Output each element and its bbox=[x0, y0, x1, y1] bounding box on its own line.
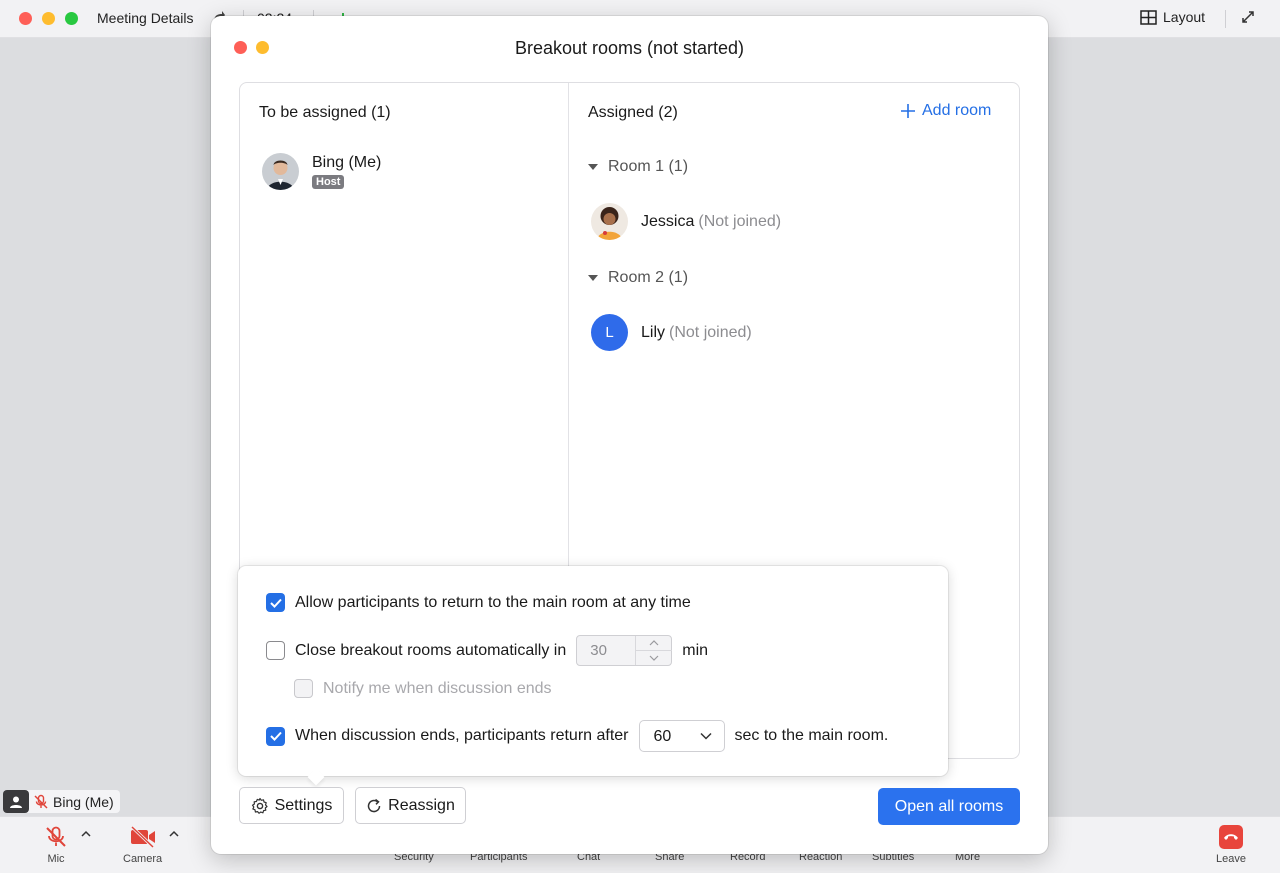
room-label: Room 1 (1) bbox=[608, 158, 689, 175]
popover-arrow bbox=[307, 768, 325, 786]
notify-option: Notify me when discussion ends bbox=[294, 679, 552, 698]
unassigned-header: To be assigned (1) bbox=[259, 104, 391, 121]
leave-label: Leave bbox=[1216, 853, 1246, 865]
mic-label: Mic bbox=[47, 853, 65, 865]
auto-close-checkbox[interactable] bbox=[266, 641, 285, 660]
return-after-option[interactable]: When discussion ends, participants retur… bbox=[266, 720, 888, 752]
camera-off-icon bbox=[130, 825, 155, 849]
chevron-down-icon bbox=[699, 732, 712, 740]
allow-return-option[interactable]: Allow participants to return to the main… bbox=[266, 593, 691, 612]
breakout-rooms-dialog: Breakout rooms (not started) To be assig… bbox=[211, 16, 1048, 854]
participant-initial-avatar: L bbox=[591, 314, 628, 351]
select-value: 60 bbox=[653, 728, 672, 745]
stepper-up-icon[interactable] bbox=[649, 640, 659, 646]
reassign-label: Reassign bbox=[388, 796, 455, 814]
camera-options-chevron-icon[interactable] bbox=[169, 829, 179, 839]
checkmark-icon bbox=[269, 731, 282, 741]
window-close-button[interactable] bbox=[19, 12, 32, 25]
layout-grid-icon bbox=[1140, 9, 1157, 25]
return-after-suffix: sec to the main room. bbox=[734, 727, 889, 744]
user-icon bbox=[3, 790, 29, 813]
mic-options-chevron-icon[interactable] bbox=[81, 829, 91, 839]
camera-label: Camera bbox=[123, 853, 163, 865]
checkmark-icon bbox=[269, 598, 282, 608]
collapse-triangle-icon bbox=[588, 275, 598, 281]
notify-label: Notify me when discussion ends bbox=[323, 679, 552, 697]
mic-button[interactable]: Mic bbox=[44, 825, 68, 865]
participant-status: (Not joined) bbox=[669, 323, 752, 341]
allow-return-checkbox[interactable] bbox=[266, 593, 285, 612]
settings-button[interactable]: Settings bbox=[239, 787, 344, 824]
dialog-title: Breakout rooms (not started) bbox=[514, 38, 745, 58]
self-name: Bing (Me) bbox=[53, 793, 114, 810]
participant-avatar bbox=[262, 153, 299, 190]
add-room-label: Add room bbox=[922, 102, 992, 119]
stepper-down-icon[interactable] bbox=[649, 655, 659, 661]
refresh-icon bbox=[367, 798, 381, 812]
room-1-member[interactable]: Jessica (Not joined) bbox=[591, 203, 781, 240]
minutes-unit: min bbox=[682, 641, 709, 659]
return-after-checkbox[interactable] bbox=[266, 726, 285, 746]
mic-muted-icon bbox=[46, 826, 66, 847]
fullscreen-icon[interactable] bbox=[1240, 9, 1258, 27]
room-1-header[interactable]: Room 1 (1) bbox=[588, 158, 688, 176]
divider bbox=[1225, 10, 1226, 28]
room-label: Room 2 (1) bbox=[608, 269, 689, 286]
add-room-button[interactable]: Add room bbox=[900, 102, 991, 120]
allow-return-label: Allow participants to return to the main… bbox=[295, 593, 691, 611]
camera-button[interactable]: Camera bbox=[123, 825, 162, 865]
gear-icon bbox=[251, 797, 268, 814]
layout-label: Layout bbox=[1163, 9, 1206, 25]
mic-muted-icon bbox=[34, 794, 48, 809]
notify-checkbox bbox=[294, 679, 313, 698]
auto-close-minutes-stepper[interactable]: 30 bbox=[576, 635, 673, 666]
collapse-triangle-icon bbox=[588, 164, 598, 170]
participant-name: Jessica bbox=[641, 212, 695, 230]
unassigned-participant[interactable]: Bing (Me) Host bbox=[262, 153, 381, 190]
reassign-button[interactable]: Reassign bbox=[355, 787, 466, 824]
open-all-rooms-button[interactable]: Open all rooms bbox=[878, 788, 1020, 825]
plus-icon bbox=[901, 104, 915, 118]
self-video-label: Bing (Me) bbox=[3, 790, 120, 813]
layout-button[interactable]: Layout bbox=[1140, 9, 1205, 25]
room-2-member[interactable]: L Lily (Not joined) bbox=[591, 314, 752, 351]
auto-close-option[interactable]: Close breakout rooms automatically in 30… bbox=[266, 635, 708, 666]
leave-button[interactable]: Leave bbox=[1216, 825, 1246, 865]
settings-label: Settings bbox=[274, 796, 333, 814]
return-seconds-select[interactable]: 60 bbox=[638, 720, 725, 752]
participant-status: (Not joined) bbox=[698, 212, 782, 230]
window-zoom-button[interactable] bbox=[65, 12, 78, 25]
participant-name: Bing (Me) bbox=[312, 153, 382, 171]
window-minimize-button[interactable] bbox=[42, 12, 55, 25]
assigned-header: Assigned (2) bbox=[588, 104, 678, 121]
phone-hangup-icon bbox=[1218, 825, 1243, 849]
auto-close-label: Close breakout rooms automatically in bbox=[295, 641, 567, 659]
participant-name: Lily bbox=[641, 323, 666, 341]
room-2-header[interactable]: Room 2 (1) bbox=[588, 269, 688, 287]
settings-popover: Allow participants to return to the main… bbox=[238, 566, 948, 786]
host-badge: Host bbox=[312, 174, 345, 189]
participant-avatar bbox=[591, 203, 628, 240]
stepper-value: 30 bbox=[590, 642, 607, 659]
return-after-label: When discussion ends, participants retur… bbox=[295, 727, 629, 744]
meeting-details-label[interactable]: Meeting Details bbox=[97, 10, 194, 26]
